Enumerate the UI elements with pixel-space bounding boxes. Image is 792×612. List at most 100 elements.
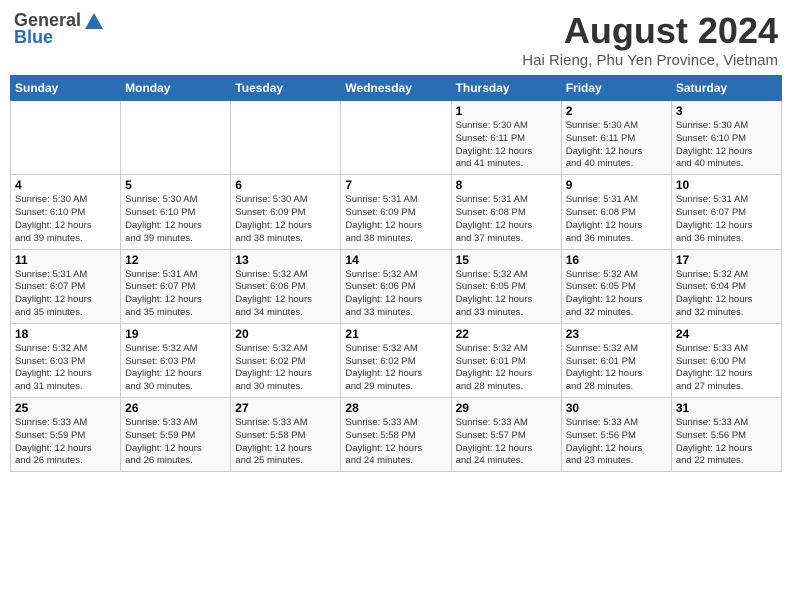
day-number: 8 xyxy=(456,178,557,192)
day-cell xyxy=(231,101,341,175)
page-title: August 2024 xyxy=(522,10,778,52)
day-number: 1 xyxy=(456,104,557,118)
day-cell: 2Sunrise: 5:30 AM Sunset: 6:11 PM Daylig… xyxy=(561,101,671,175)
header-row: SundayMondayTuesdayWednesdayThursdayFrid… xyxy=(11,76,782,101)
day-info: Sunrise: 5:31 AM Sunset: 6:07 PM Dayligh… xyxy=(125,269,226,320)
day-cell: 22 Sunrise: 5:32 AM Sunset: 6:01 PM Dayli… xyxy=(451,323,561,397)
col-header-thursday: Thursday xyxy=(451,76,561,101)
day-number: 9 xyxy=(566,178,667,192)
day-cell: 30 Sunrise: 5:33 AM Sunset: 5:56 PM Dayli… xyxy=(561,398,671,472)
day-info: Sunrise: 5:32 AM Sunset: 6:01 PM Dayligh… xyxy=(566,343,667,394)
col-header-tuesday: Tuesday xyxy=(231,76,341,101)
day-cell xyxy=(341,101,451,175)
day-number: 6 xyxy=(235,178,336,192)
day-info: Sunrise: 5:32 AM Sunset: 6:05 PM Dayligh… xyxy=(456,269,557,320)
week-row-3: 11 Sunrise: 5:31 AM Sunset: 6:07 PM Dayli… xyxy=(11,249,782,323)
day-cell xyxy=(11,101,121,175)
day-cell xyxy=(121,101,231,175)
week-row-2: 4 Sunrise: 5:30 AM Sunset: 6:10 PM Daylig… xyxy=(11,175,782,249)
day-info: Sunrise: 5:33 AM Sunset: 5:59 PM Dayligh… xyxy=(15,417,116,468)
day-number: 23 xyxy=(566,327,667,341)
page-subtitle: Hai Rieng, Phu Yen Province, Vietnam xyxy=(522,52,778,69)
day-cell: 8Sunrise: 5:31 AM Sunset: 6:08 PM Daylig… xyxy=(451,175,561,249)
day-info: Sunrise: 5:32 AM Sunset: 6:05 PM Dayligh… xyxy=(566,269,667,320)
week-row-5: 25 Sunrise: 5:33 AM Sunset: 5:59 PM Dayli… xyxy=(11,398,782,472)
day-number: 19 xyxy=(125,327,226,341)
day-info: Sunrise: 5:33 AM Sunset: 6:00 PM Dayligh… xyxy=(676,343,777,394)
logo: General Blue xyxy=(14,10,105,48)
day-info: Sunrise: 5:32 AM Sunset: 6:02 PM Dayligh… xyxy=(345,343,446,394)
day-cell: 4 Sunrise: 5:30 AM Sunset: 6:10 PM Daylig… xyxy=(11,175,121,249)
day-cell: 19 Sunrise: 5:32 AM Sunset: 6:03 PM Dayli… xyxy=(121,323,231,397)
day-info: Sunrise: 5:31 AM Sunset: 6:07 PM Dayligh… xyxy=(15,269,116,320)
day-info: Sunrise: 5:33 AM Sunset: 5:58 PM Dayligh… xyxy=(235,417,336,468)
day-cell: 3 Sunrise: 5:30 AM Sunset: 6:10 PM Daylig… xyxy=(671,101,781,175)
day-info: Sunrise: 5:32 AM Sunset: 6:01 PM Dayligh… xyxy=(456,343,557,394)
col-header-monday: Monday xyxy=(121,76,231,101)
day-info: Sunrise: 5:31 AM Sunset: 6:08 PM Dayligh… xyxy=(566,194,667,245)
day-info: Sunrise: 5:30 AM Sunset: 6:09 PM Dayligh… xyxy=(235,194,336,245)
day-info: Sunrise: 5:30 AM Sunset: 6:10 PM Dayligh… xyxy=(125,194,226,245)
day-info: Sunrise: 5:30 AM Sunset: 6:10 PM Dayligh… xyxy=(15,194,116,245)
day-number: 29 xyxy=(456,401,557,415)
day-cell: 29 Sunrise: 5:33 AM Sunset: 5:57 PM Dayli… xyxy=(451,398,561,472)
day-number: 10 xyxy=(676,178,777,192)
day-info: Sunrise: 5:32 AM Sunset: 6:04 PM Dayligh… xyxy=(676,269,777,320)
day-number: 13 xyxy=(235,253,336,267)
day-info: Sunrise: 5:33 AM Sunset: 5:56 PM Dayligh… xyxy=(676,417,777,468)
day-number: 12 xyxy=(125,253,226,267)
day-cell: 6 Sunrise: 5:30 AM Sunset: 6:09 PM Daylig… xyxy=(231,175,341,249)
logo-text-blue: Blue xyxy=(14,27,53,48)
day-cell: 7Sunrise: 5:31 AM Sunset: 6:09 PM Daylig… xyxy=(341,175,451,249)
day-cell: 23 Sunrise: 5:32 AM Sunset: 6:01 PM Dayli… xyxy=(561,323,671,397)
day-info: Sunrise: 5:32 AM Sunset: 6:02 PM Dayligh… xyxy=(235,343,336,394)
day-number: 30 xyxy=(566,401,667,415)
day-cell: 20Sunrise: 5:32 AM Sunset: 6:02 PM Dayli… xyxy=(231,323,341,397)
day-cell: 12 Sunrise: 5:31 AM Sunset: 6:07 PM Dayli… xyxy=(121,249,231,323)
day-cell: 5 Sunrise: 5:30 AM Sunset: 6:10 PM Daylig… xyxy=(121,175,231,249)
day-info: Sunrise: 5:32 AM Sunset: 6:03 PM Dayligh… xyxy=(125,343,226,394)
day-cell: 27 Sunrise: 5:33 AM Sunset: 5:58 PM Dayli… xyxy=(231,398,341,472)
day-info: Sunrise: 5:31 AM Sunset: 6:09 PM Dayligh… xyxy=(345,194,446,245)
day-number: 14 xyxy=(345,253,446,267)
day-cell: 10Sunrise: 5:31 AM Sunset: 6:07 PM Dayli… xyxy=(671,175,781,249)
day-number: 4 xyxy=(15,178,116,192)
day-cell: 21Sunrise: 5:32 AM Sunset: 6:02 PM Dayli… xyxy=(341,323,451,397)
day-cell: 1 Sunrise: 5:30 AM Sunset: 6:11 PM Daylig… xyxy=(451,101,561,175)
col-header-saturday: Saturday xyxy=(671,76,781,101)
day-cell: 9 Sunrise: 5:31 AM Sunset: 6:08 PM Daylig… xyxy=(561,175,671,249)
day-cell: 31Sunrise: 5:33 AM Sunset: 5:56 PM Dayli… xyxy=(671,398,781,472)
day-number: 15 xyxy=(456,253,557,267)
day-cell: 18Sunrise: 5:32 AM Sunset: 6:03 PM Dayli… xyxy=(11,323,121,397)
day-number: 22 xyxy=(456,327,557,341)
col-header-sunday: Sunday xyxy=(11,76,121,101)
day-number: 24 xyxy=(676,327,777,341)
day-cell: 26Sunrise: 5:33 AM Sunset: 5:59 PM Dayli… xyxy=(121,398,231,472)
day-info: Sunrise: 5:30 AM Sunset: 6:10 PM Dayligh… xyxy=(676,120,777,171)
day-info: Sunrise: 5:32 AM Sunset: 6:03 PM Dayligh… xyxy=(15,343,116,394)
day-number: 17 xyxy=(676,253,777,267)
day-cell: 28Sunrise: 5:33 AM Sunset: 5:58 PM Dayli… xyxy=(341,398,451,472)
day-info: Sunrise: 5:32 AM Sunset: 6:06 PM Dayligh… xyxy=(235,269,336,320)
day-number: 27 xyxy=(235,401,336,415)
col-header-friday: Friday xyxy=(561,76,671,101)
day-info: Sunrise: 5:33 AM Sunset: 5:57 PM Dayligh… xyxy=(456,417,557,468)
day-number: 5 xyxy=(125,178,226,192)
day-number: 11 xyxy=(15,253,116,267)
logo-icon xyxy=(83,11,105,31)
day-info: Sunrise: 5:33 AM Sunset: 5:58 PM Dayligh… xyxy=(345,417,446,468)
day-number: 3 xyxy=(676,104,777,118)
day-info: Sunrise: 5:33 AM Sunset: 5:56 PM Dayligh… xyxy=(566,417,667,468)
day-cell: 25 Sunrise: 5:33 AM Sunset: 5:59 PM Dayli… xyxy=(11,398,121,472)
day-number: 2 xyxy=(566,104,667,118)
week-row-4: 18Sunrise: 5:32 AM Sunset: 6:03 PM Dayli… xyxy=(11,323,782,397)
day-info: Sunrise: 5:30 AM Sunset: 6:11 PM Dayligh… xyxy=(456,120,557,171)
day-cell: 13 Sunrise: 5:32 AM Sunset: 6:06 PM Dayli… xyxy=(231,249,341,323)
day-cell: 14Sunrise: 5:32 AM Sunset: 6:06 PM Dayli… xyxy=(341,249,451,323)
day-cell: 15 Sunrise: 5:32 AM Sunset: 6:05 PM Dayli… xyxy=(451,249,561,323)
day-cell: 17 Sunrise: 5:32 AM Sunset: 6:04 PM Dayli… xyxy=(671,249,781,323)
day-info: Sunrise: 5:33 AM Sunset: 5:59 PM Dayligh… xyxy=(125,417,226,468)
day-cell: 11 Sunrise: 5:31 AM Sunset: 6:07 PM Dayli… xyxy=(11,249,121,323)
page-header: General Blue August 2024 Hai Rieng, Phu … xyxy=(10,10,782,69)
day-number: 25 xyxy=(15,401,116,415)
